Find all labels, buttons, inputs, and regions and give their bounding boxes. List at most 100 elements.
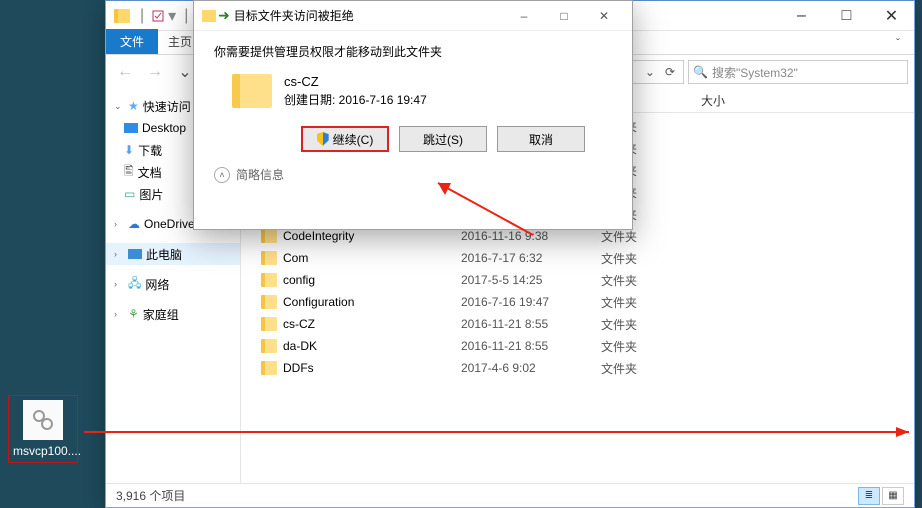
table-row[interactable]: DDFs 2017-4-6 9:02文件夹 <box>241 357 914 379</box>
file-type: 文件夹 <box>601 294 701 311</box>
search-icon: 🔍 <box>693 65 708 79</box>
dll-icon <box>23 400 63 440</box>
sidebar-item-label: 快速访问 <box>143 98 191 115</box>
file-type: 文件夹 <box>601 338 701 355</box>
folder-icon <box>202 10 216 22</box>
ribbon-collapse-icon[interactable]: ˇ <box>882 32 914 54</box>
file-name: Configuration <box>283 295 354 309</box>
file-date: 2016-11-21 8:55 <box>461 339 601 353</box>
address-refresh-icon[interactable]: ⟳ <box>661 65 679 79</box>
folder-icon <box>114 9 130 23</box>
sidebar-item-network[interactable]: ›🖧网络 <box>106 273 240 295</box>
folder-icon <box>232 74 272 108</box>
skip-button[interactable]: 跳过(S) <box>399 126 487 152</box>
file-type: 文件夹 <box>601 360 701 377</box>
folder-icon <box>261 317 277 331</box>
sidebar-item-homegroup[interactable]: ›⚘家庭组 <box>106 303 240 325</box>
dialog-close-button[interactable]: ✕ <box>584 2 624 30</box>
maximize-button[interactable]: □ <box>824 2 869 30</box>
shield-icon <box>317 132 329 146</box>
file-name: cs-CZ <box>283 317 315 331</box>
continue-button[interactable]: 继续(C) <box>301 126 389 152</box>
table-row[interactable]: Com 2016-7-17 6:32文件夹 <box>241 247 914 269</box>
chevron-up-icon: ˄ <box>214 167 230 183</box>
file-name: da-DK <box>283 339 317 353</box>
file-name: DDFs <box>283 361 314 375</box>
pc-icon <box>128 249 142 259</box>
sidebar-item-label: 家庭组 <box>143 306 179 323</box>
search-placeholder: 搜索"System32" <box>712 64 798 81</box>
file-name: config <box>283 273 315 287</box>
cancel-button[interactable]: 取消 <box>497 126 585 152</box>
folder-icon <box>261 295 277 309</box>
file-date: 2016-7-16 19:47 <box>461 295 601 309</box>
dialog-file-date: 创建日期: 2016-7-16 19:47 <box>284 91 427 108</box>
dialog-title: 目标文件夹访问被拒绝 <box>234 7 354 24</box>
details-toggle[interactable]: ˄ 简略信息 <box>214 166 612 183</box>
star-icon: ★ <box>128 99 139 113</box>
folder-icon <box>261 273 277 287</box>
details-label: 简略信息 <box>236 166 284 183</box>
sidebar-item-label: 网络 <box>145 276 169 293</box>
file-date: 2016-11-21 8:55 <box>461 317 601 331</box>
pictures-icon: ▭ <box>124 187 135 201</box>
file-type: 文件夹 <box>601 228 701 245</box>
dialog-message: 你需要提供管理员权限才能移动到此文件夹 <box>214 43 612 60</box>
move-arrow-icon: ➜ <box>218 7 230 24</box>
minimize-button[interactable]: – <box>779 2 824 30</box>
folder-icon <box>261 251 277 265</box>
file-type: 文件夹 <box>601 250 701 267</box>
file-type: 文件夹 <box>601 272 701 289</box>
nav-back-button[interactable]: ← <box>112 59 138 85</box>
sidebar-item-label: Desktop <box>142 121 186 135</box>
separator: | <box>184 7 188 25</box>
sidebar-item-label: 图片 <box>139 186 163 203</box>
status-bar: 3,916 个项目 ≣ ▦ <box>106 483 914 507</box>
item-count: 3,916 个项目 <box>116 487 185 504</box>
onedrive-icon: ☁ <box>128 217 140 231</box>
close-button[interactable]: ✕ <box>869 2 914 30</box>
desktop-file-label: msvcp100.... <box>13 444 73 458</box>
uac-dialog: ➜ 目标文件夹访问被拒绝 – □ ✕ 你需要提供管理员权限才能移动到此文件夹 c… <box>193 0 633 230</box>
file-date: 2017-5-5 14:25 <box>461 273 601 287</box>
address-dropdown-icon[interactable]: ⌄ <box>639 65 661 79</box>
sidebar-item-label: 文档 <box>138 164 162 181</box>
dialog-maximize-button[interactable]: □ <box>544 2 584 30</box>
separator: | <box>140 7 144 25</box>
nav-forward-button[interactable]: → <box>142 59 168 85</box>
file-name: Com <box>283 251 308 265</box>
tab-file[interactable]: 文件 <box>106 29 158 54</box>
dialog-minimize-button[interactable]: – <box>504 2 544 30</box>
search-input[interactable]: 🔍 搜索"System32" <box>688 60 908 84</box>
file-name: CodeIntegrity <box>283 229 354 243</box>
network-icon: 🖧 <box>128 274 141 295</box>
file-date: 2016-7-17 6:32 <box>461 251 601 265</box>
separator: ▾ <box>168 6 176 26</box>
table-row[interactable]: da-DK 2016-11-21 8:55文件夹 <box>241 335 914 357</box>
folder-icon <box>261 361 277 375</box>
dialog-file-name: cs-CZ <box>284 74 427 89</box>
table-row[interactable]: cs-CZ 2016-11-21 8:55文件夹 <box>241 313 914 335</box>
desktop-icon <box>124 123 138 133</box>
dialog-titlebar[interactable]: ➜ 目标文件夹访问被拒绝 – □ ✕ <box>194 1 632 31</box>
button-label: 继续(C) <box>333 131 374 148</box>
file-date: 2016-11-16 9:38 <box>461 229 601 243</box>
sidebar-item-label: OneDrive <box>144 217 195 231</box>
desktop-file-icon[interactable]: msvcp100.... <box>8 395 78 463</box>
view-details-button[interactable]: ≣ <box>858 487 880 505</box>
downloads-icon: ⬇ <box>124 143 134 157</box>
folder-icon <box>261 339 277 353</box>
file-type: 文件夹 <box>601 316 701 333</box>
homegroup-icon: ⚘ <box>128 307 139 321</box>
quick-access-properties-icon[interactable] <box>152 10 164 22</box>
col-size[interactable]: 大小 <box>701 92 914 109</box>
sidebar-item-label: 此电脑 <box>146 246 182 263</box>
table-row[interactable]: config 2017-5-5 14:25文件夹 <box>241 269 914 291</box>
file-date: 2017-4-6 9:02 <box>461 361 601 375</box>
table-row[interactable]: Configuration 2016-7-16 19:47文件夹 <box>241 291 914 313</box>
sidebar-item-this-pc[interactable]: ›此电脑 <box>106 243 240 265</box>
sidebar-item-label: 下载 <box>138 142 162 159</box>
folder-icon <box>261 229 277 243</box>
view-icons-button[interactable]: ▦ <box>882 487 904 505</box>
documents-icon: 🖺 <box>124 162 134 183</box>
